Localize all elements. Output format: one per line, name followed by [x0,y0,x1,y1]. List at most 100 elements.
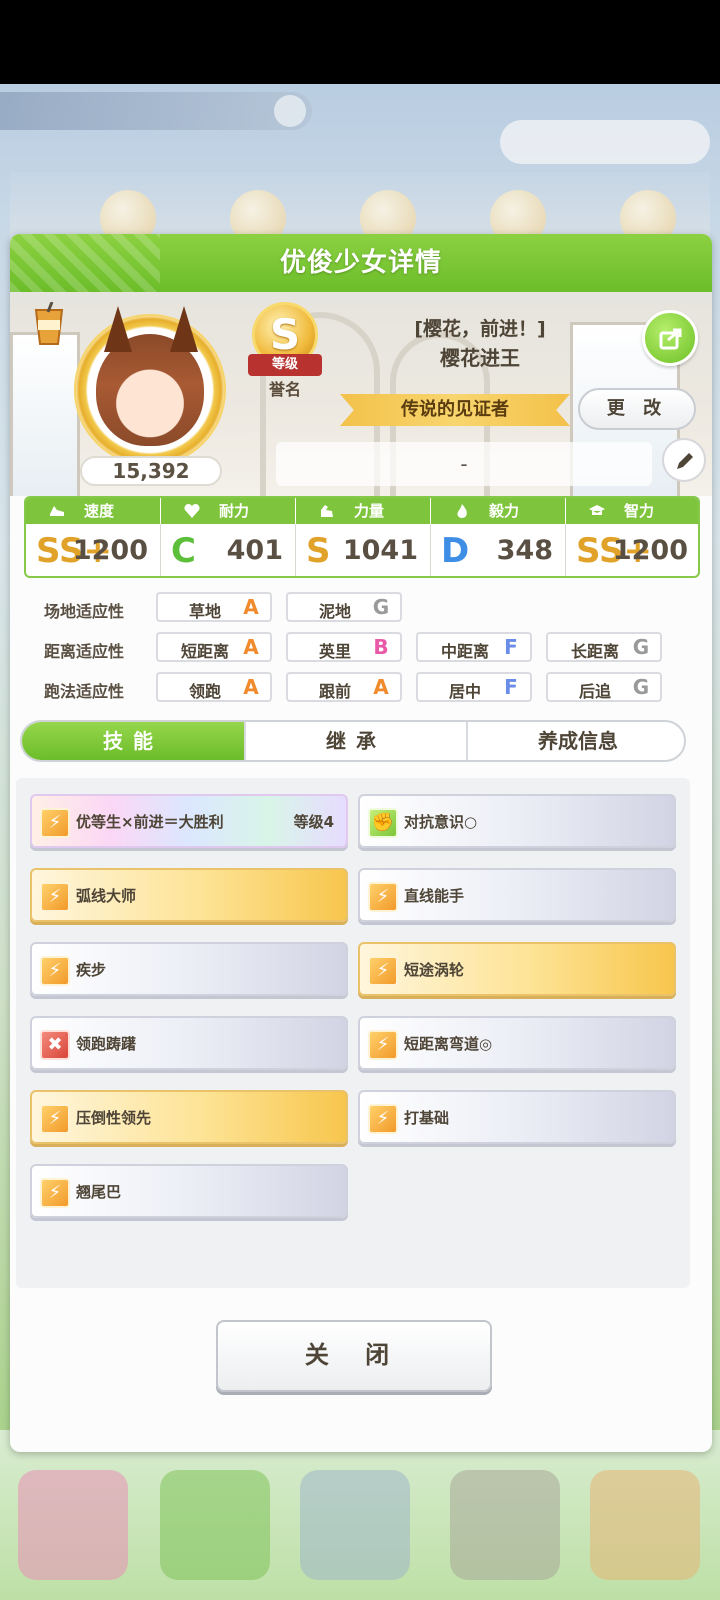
skill-speed-icon: ⚡ [40,956,70,986]
skill-item[interactable]: ✊ 对抗意识○ [358,794,676,848]
stat-value-row: SS+ 1200 [566,524,698,576]
stat-label: 毅力 [489,502,520,520]
skill-name: 短距离弯道◎ [404,1035,493,1053]
stat-value-row: S 1041 [296,524,430,576]
skill-item[interactable]: ⚡ 优等生×前进＝大胜利 等级4 [30,794,348,848]
stat-value: 348 [496,535,553,566]
tab-inheritance[interactable]: 继承 [244,722,466,760]
hall-window [10,332,80,496]
tab-skills[interactable]: 技能 [22,722,244,760]
skill-level: 等级4 [293,813,334,831]
skill-item[interactable]: ⚡ 弧线大师 [30,868,348,922]
skill-item[interactable]: ✖ 领跑踌躇 [30,1016,348,1070]
shoe-icon [50,506,64,516]
stat-value-row: D 348 [431,524,565,576]
skill-item[interactable]: ⚡ 打基础 [358,1090,676,1144]
skill-item[interactable]: ⚡ 翘尾巴 [30,1164,348,1218]
stat-header: 力量 [296,498,430,524]
aptitude-chip: 领跑 A [156,672,272,702]
stat-label: 速度 [84,502,115,520]
aptitude-grade: F [504,675,518,699]
close-button[interactable]: 关 闭 [216,1320,492,1392]
stat-value: 401 [226,535,283,566]
skill-name: 疾步 [76,961,107,979]
stat-label: 耐力 [219,502,250,520]
aptitude-chip: 短距离 A [156,632,272,662]
aptitude-grade: G [372,595,390,619]
background-button [500,120,710,164]
aptitude-chip: 居中 F [416,672,532,702]
stats-panel: 速度 SS+ 1200 耐力 C 401 力量 S 1041 毅力 D 348 … [24,496,700,578]
skill-name: 短途涡轮 [404,961,465,979]
skills-panel: ⚡ 优等生×前进＝大胜利 等级4 ✊ 对抗意识○ ⚡ 弧线大师 ⚡ 直线能手 ⚡… [16,778,690,1288]
pencil-icon [677,453,693,469]
aptitude-chip: 英里 B [286,632,402,662]
stat-grade: C [171,531,196,571]
aptitude-name: 中距离 [440,642,489,661]
skill-name: 弧线大师 [76,887,137,905]
character-name: 樱花进王 [440,346,520,370]
edit-comment-button[interactable] [662,438,706,482]
skill-speed-icon: ⚡ [368,1104,398,1134]
share-button[interactable] [642,310,698,366]
stat-value: 1041 [342,535,418,566]
rank-label: 誉名 [268,380,301,399]
stat-guts: 毅力 D 348 [431,498,565,576]
stat-grade: S [306,531,331,571]
skill-speed-icon: ⚡ [40,1178,70,1208]
tab-training-info[interactable]: 养成信息 [466,722,684,760]
aptitude-grade: A [373,675,389,699]
aptitude-chip: 跟前 A [286,672,402,702]
stat-header: 智力 [566,498,698,524]
stat-power: 力量 S 1041 [296,498,430,576]
aptitude-grade: A [243,675,259,699]
skill-item[interactable]: ⚡ 短距离弯道◎ [358,1016,676,1070]
skill-speed-icon: ⚡ [40,882,70,912]
aptitude-name: 短距离 [180,642,229,661]
skill-speed-icon: ⚡ [368,1030,398,1060]
aptitude-chip: 中距离 F [416,632,532,662]
style-aptitude-label: 跑法适应性 [44,682,125,701]
aptitude-chip: 泥地 G [286,592,402,622]
stat-grade: D [441,531,470,571]
background-nav-item [160,1470,270,1580]
drink-icon [34,302,64,345]
stat-label: 智力 [624,502,655,520]
rank-ribbon: 等级 [248,354,322,376]
background-header-pill [0,92,312,130]
skill-name: 优等生×前进＝大胜利 [76,813,224,831]
modal-title: 优俊少女详情 [279,248,442,278]
skill-speed-icon: ⚡ [368,882,398,912]
background-info-icon [274,95,306,127]
aptitude-grade: A [243,595,259,619]
skill-name: 领跑踌躇 [76,1035,137,1053]
distance-aptitude-label: 距离适应性 [44,642,125,661]
aptitude-name: 跟前 [318,682,351,701]
status-bar [0,0,720,84]
skill-name: 对抗意识○ [404,813,478,831]
skill-item[interactable]: ⚡ 疾步 [30,942,348,996]
aptitude-name: 领跑 [188,682,221,701]
background-nav-item [18,1470,128,1580]
comment-field: - [276,442,652,486]
change-epithet-button[interactable]: 更 改 [578,388,696,430]
heart-icon [184,503,200,518]
aptitude-grade: F [504,635,518,659]
skill-item[interactable]: ⚡ 压倒性领先 [30,1090,348,1144]
background-nav-item [300,1470,410,1580]
aptitude-name: 草地 [188,602,221,621]
skill-name: 压倒性领先 [76,1109,152,1127]
aptitude-grade: A [243,635,259,659]
stat-value-row: SS+ 1200 [26,524,160,576]
skill-name: 翘尾巴 [76,1183,122,1201]
skill-item[interactable]: ⚡ 直线能手 [358,868,676,922]
aptitude-name: 后追 [578,682,611,701]
aptitude-name: 泥地 [318,602,351,621]
stat-header: 速度 [26,498,160,524]
aptitude-grade: B [373,635,389,659]
skill-item[interactable]: ⚡ 短途涡轮 [358,942,676,996]
stat-header: 毅力 [431,498,565,524]
share-icon [659,328,682,350]
stat-stamina: 耐力 C 401 [161,498,295,576]
skill-power-icon: ✊ [368,808,398,838]
